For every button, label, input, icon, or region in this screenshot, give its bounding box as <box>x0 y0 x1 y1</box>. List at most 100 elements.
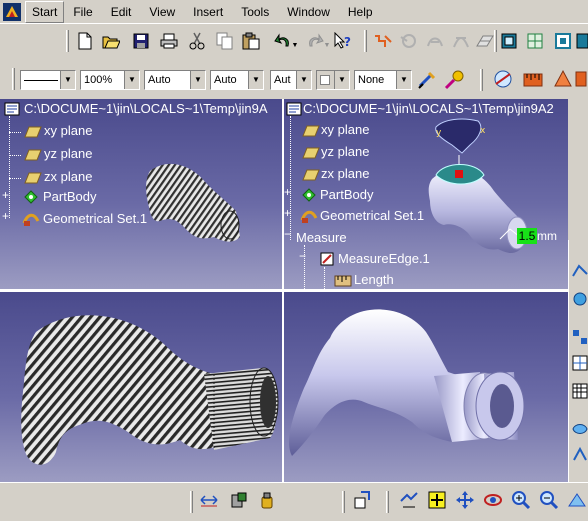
new-icon[interactable] <box>74 30 96 52</box>
menu-view[interactable]: View <box>140 2 184 22</box>
layer-name-combo[interactable]: None ▼ <box>354 70 412 90</box>
toolbar-grip[interactable] <box>66 30 69 52</box>
tool-icon-1[interactable] <box>569 260 588 282</box>
toolbar-grip[interactable] <box>494 30 497 52</box>
tree-item-measure[interactable]: Measure <box>296 230 347 245</box>
point-type-combo[interactable]: Aut ▼ <box>270 70 312 90</box>
menu-insert[interactable]: Insert <box>184 2 232 22</box>
tree-item-partbody[interactable]: PartBody <box>43 189 96 204</box>
measure-distance-icon[interactable] <box>198 489 220 511</box>
normal-view-icon[interactable] <box>566 489 588 511</box>
menu-window[interactable]: Window <box>278 2 339 22</box>
tree-item-measure-edge[interactable]: MeasureEdge.1 <box>338 251 430 266</box>
print-icon[interactable] <box>158 30 180 52</box>
zoom-in-icon[interactable] <box>510 489 532 511</box>
surface-tool-icon[interactable] <box>474 30 496 52</box>
tree-item-yz-plane[interactable]: yz plane <box>321 144 369 159</box>
tree-item-zx-plane[interactable]: zx plane <box>321 166 369 181</box>
menu-edit[interactable]: Edit <box>102 2 141 22</box>
viewport-top-left[interactable]: C:\DOCUME~1\jin\LOCALS~1\Temp\jin9A xy p… <box>0 99 282 289</box>
tool-icon-7[interactable] <box>569 444 588 466</box>
measure-value-tag[interactable]: 1.5 <box>517 228 537 244</box>
mass-properties-icon[interactable] <box>256 489 278 511</box>
chevron-down-icon[interactable]: ▼ <box>396 71 411 89</box>
open-icon[interactable] <box>100 30 122 52</box>
toolbar-grip[interactable] <box>386 491 389 513</box>
tool-icon-4[interactable] <box>569 352 588 374</box>
toolbar-grip[interactable] <box>190 491 193 513</box>
copy-icon[interactable] <box>214 30 236 52</box>
tree-item-length[interactable]: Length <box>354 272 394 287</box>
update-tool-icon[interactable] <box>398 30 420 52</box>
plane-icon[interactable] <box>24 125 42 139</box>
viewport-bottom-left[interactable] <box>0 292 282 482</box>
viewport-top-right[interactable]: y x C:\DOCUME~1\jin\LOCALS~1\Temp\jin9A2… <box>284 99 568 289</box>
geometrical-set-icon[interactable] <box>22 211 40 227</box>
cut-icon[interactable] <box>186 30 208 52</box>
undo-dropdown-icon[interactable]: ▼ <box>290 34 300 56</box>
viewport-splitter-horizontal[interactable] <box>0 289 568 292</box>
plane-icon[interactable] <box>24 148 42 162</box>
tree-root-label[interactable]: C:\DOCUME~1\jin\LOCALS~1\Temp\jin9A2 <box>303 101 554 116</box>
chevron-down-icon[interactable]: ▼ <box>334 71 349 89</box>
geometrical-set-icon[interactable] <box>300 208 318 224</box>
length-parameter-icon[interactable] <box>334 272 352 288</box>
measure-item-icon[interactable] <box>522 68 544 90</box>
view-fit-icon[interactable] <box>498 30 520 52</box>
chevron-down-icon[interactable]: ▼ <box>296 71 311 89</box>
tree-item-xy-plane[interactable]: xy plane <box>321 122 369 137</box>
chevron-down-icon[interactable]: ▼ <box>60 71 75 89</box>
tree-item-yz-plane[interactable]: yz plane <box>44 146 92 161</box>
tree-root-label[interactable]: C:\DOCUME~1\jin\LOCALS~1\Temp\jin9A <box>24 101 267 116</box>
tree-item-partbody[interactable]: PartBody <box>320 187 373 202</box>
plane-icon[interactable] <box>302 146 320 160</box>
expand-plus-icon[interactable]: + <box>284 206 291 220</box>
zoom-combo[interactable]: 100% ▼ <box>80 70 140 90</box>
transform-tool-icon[interactable] <box>424 30 446 52</box>
tool-icon-5[interactable] <box>569 380 588 402</box>
menu-tools[interactable]: Tools <box>232 2 278 22</box>
expand-plus-icon[interactable]: + <box>2 209 9 223</box>
view-multi-icon[interactable] <box>576 30 588 52</box>
blend-tool-icon[interactable] <box>450 30 472 52</box>
expand-plus-icon[interactable]: + <box>2 188 9 202</box>
measure-extra-icon[interactable] <box>574 68 588 90</box>
partbody-icon[interactable] <box>300 187 318 203</box>
thickness-combo[interactable]: Auto ▼ <box>144 70 206 90</box>
rotate-icon[interactable] <box>482 489 504 511</box>
pan-icon[interactable] <box>426 489 448 511</box>
tree-item-geometrical-set[interactable]: Geometrical Set.1 <box>320 208 424 223</box>
sketch-tool-icon[interactable] <box>372 30 394 52</box>
layer-combo[interactable]: ▼ <box>316 70 350 90</box>
tool-icon-6[interactable] <box>569 418 588 440</box>
linetype-combo[interactable]: Auto ▼ <box>210 70 264 90</box>
zoom-out-icon[interactable] <box>538 489 560 511</box>
move-icon[interactable] <box>454 489 476 511</box>
view-frame-icon[interactable] <box>552 30 574 52</box>
analysis-tool-icon[interactable] <box>228 489 250 511</box>
catia-logo-icon[interactable] <box>3 2 21 21</box>
chevron-down-icon[interactable]: ▼ <box>124 71 139 89</box>
plane-icon[interactable] <box>302 168 320 182</box>
menu-help[interactable]: Help <box>339 2 382 22</box>
redo-dropdown-icon[interactable]: ▼ <box>322 34 332 56</box>
toolbar-grip[interactable] <box>342 491 345 513</box>
view-grid-icon[interactable] <box>524 30 546 52</box>
whats-this-icon[interactable]: ? <box>332 30 354 52</box>
paste-icon[interactable] <box>240 30 262 52</box>
chevron-down-icon[interactable]: ▼ <box>248 71 263 89</box>
fit-all-icon[interactable] <box>398 489 420 511</box>
menu-file[interactable]: File <box>64 2 101 22</box>
product-root-icon[interactable] <box>286 102 302 116</box>
measure-edge-icon[interactable] <box>319 251 335 267</box>
tree-item-zx-plane[interactable]: zx plane <box>44 169 92 184</box>
partbody-icon[interactable] <box>22 189 40 205</box>
save-icon[interactable] <box>130 30 152 52</box>
collapse-minus-icon[interactable]: − <box>284 227 291 241</box>
tree-item-geometrical-set[interactable]: Geometrical Set.1 <box>43 211 147 226</box>
apply-material-icon[interactable] <box>444 69 466 91</box>
measure-between-icon[interactable] <box>492 68 514 90</box>
tree-item-xy-plane[interactable]: xy plane <box>44 123 92 138</box>
expand-plus-icon[interactable]: + <box>284 185 291 199</box>
viewport-bottom-right[interactable] <box>284 292 568 482</box>
